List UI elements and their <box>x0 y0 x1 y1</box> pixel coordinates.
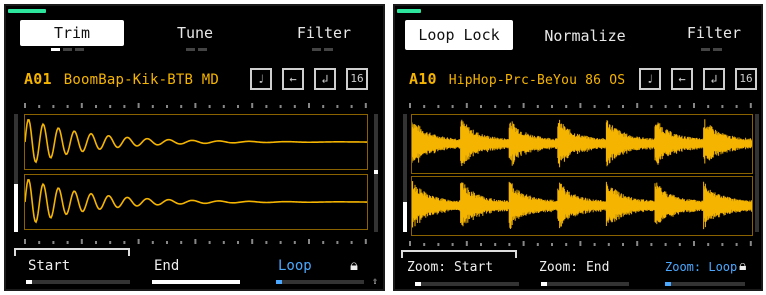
sample-slot: A01 <box>24 70 52 88</box>
top-ruler <box>409 103 752 108</box>
up-arrow-icon: ⇧ <box>372 276 379 287</box>
end-slider[interactable] <box>152 280 240 284</box>
zoom-start-control[interactable]: Zoom: Start <box>407 260 493 275</box>
back-arrow-icon[interactable]: ← <box>671 68 693 90</box>
return-icon[interactable]: ↲ <box>314 68 336 90</box>
tab-trim[interactable]: Trim <box>20 20 124 46</box>
page-dots-tune <box>186 48 207 51</box>
trim-panel: Trim Tune Filter A01 BoomBap-Kik-BTB MD ♩… <box>4 4 385 291</box>
progress-indicator <box>8 9 46 13</box>
start-slider[interactable] <box>26 280 130 284</box>
zoom-start-slider[interactable] <box>415 282 519 286</box>
waveform-channel-1[interactable] <box>411 114 753 174</box>
steps-button[interactable]: 16 <box>346 68 368 90</box>
loop-slider[interactable] <box>276 280 364 284</box>
level-meter-right <box>755 114 759 232</box>
bottom-ruler <box>409 241 752 246</box>
page-dots-filter <box>701 48 722 51</box>
end-control[interactable]: End <box>154 258 179 274</box>
progress-indicator <box>397 9 421 13</box>
bottom-ruler <box>24 239 367 244</box>
back-arrow-icon[interactable]: ← <box>282 68 304 90</box>
waveform-channel-2[interactable] <box>411 176 753 236</box>
zoom-loop-slider[interactable] <box>665 282 745 286</box>
tab-tune[interactable]: Tune <box>160 20 230 46</box>
lock-icon[interactable]: 🔒︎ <box>739 258 746 274</box>
zoom-end-slider[interactable] <box>541 282 629 286</box>
start-selector-bracket <box>14 248 130 256</box>
top-ruler <box>24 103 367 108</box>
start-control[interactable]: Start <box>28 258 70 274</box>
waveform-channel-1[interactable] <box>24 114 368 170</box>
sample-name[interactable]: HipHop-Prc-BeYou 86 OS <box>449 73 626 88</box>
level-meter-left <box>403 114 407 232</box>
zoom-loop-control[interactable]: Zoom: Loop <box>665 260 737 274</box>
tab-filter[interactable]: Filter <box>675 20 753 46</box>
tab-loop-lock[interactable]: Loop Lock <box>405 20 513 50</box>
note-icon[interactable]: ♩ <box>250 68 272 90</box>
sample-slot: A10 <box>409 70 437 88</box>
tab-filter[interactable]: Filter <box>284 20 364 46</box>
level-meter-left <box>14 114 18 232</box>
loop-control[interactable]: Loop <box>278 258 312 274</box>
note-icon[interactable]: ♩ <box>639 68 661 90</box>
zoom-start-selector-bracket <box>401 250 517 258</box>
return-icon[interactable]: ↲ <box>703 68 725 90</box>
waveform-channel-2[interactable] <box>24 174 368 230</box>
page-dots-filter <box>312 48 333 51</box>
sample-header: A01 BoomBap-Kik-BTB MD <box>24 68 219 90</box>
loop-panel: Loop Lock Normalize Filter A10 HipHop-Prc… <box>393 4 763 291</box>
steps-button[interactable]: 16 <box>735 68 757 90</box>
sample-name[interactable]: BoomBap-Kik-BTB MD <box>64 72 219 88</box>
tab-normalize[interactable]: Normalize <box>533 23 637 49</box>
page-dots-trim <box>51 48 84 51</box>
sample-header: A10 HipHop-Prc-BeYou 86 OS <box>409 68 625 90</box>
zoom-end-control[interactable]: Zoom: End <box>539 260 609 275</box>
lock-icon[interactable]: 🔒︎ <box>350 256 358 274</box>
level-meter-right <box>374 114 378 232</box>
